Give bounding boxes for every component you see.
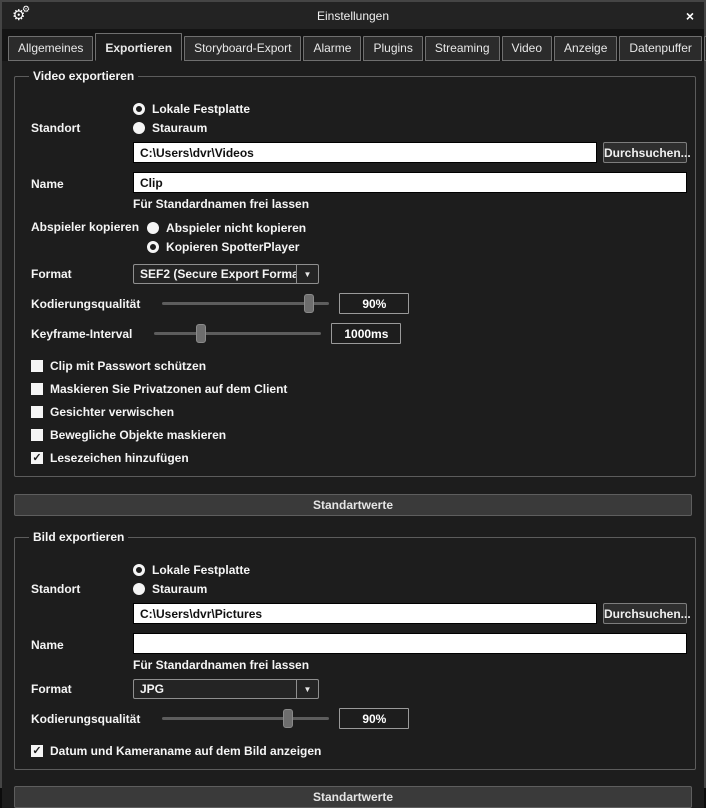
checkbox-icon[interactable]: ✓ — [31, 429, 43, 441]
tab-storyboard-export[interactable]: Storyboard-Export — [184, 36, 301, 61]
image-quality-label: Kodierungsqualität — [31, 712, 148, 726]
image-format-label: Format — [31, 682, 133, 696]
player-copy-label: Abspieler kopieren — [31, 218, 147, 234]
tab-allgemeines[interactable]: Allgemeines — [8, 36, 93, 61]
checkbox-icon[interactable]: ✓ — [31, 360, 43, 372]
radio-abspieler-nicht-kopieren[interactable]: Abspieler nicht kopieren — [147, 218, 306, 237]
video-format-select[interactable]: SEF2 (Secure Export Format 2) ▼ — [133, 264, 319, 284]
radio-icon[interactable] — [133, 583, 145, 595]
video-standort-label: Standort — [31, 121, 133, 137]
image-quality-value: 90% — [339, 708, 409, 729]
radio-kopieren-spotterplayer[interactable]: Kopieren SpotterPlayer — [147, 237, 306, 256]
video-radio-lokale-festplatte[interactable]: Lokale Festplatte — [133, 99, 250, 118]
slider-handle[interactable] — [196, 324, 206, 343]
image-name-hint: Für Standardnamen frei lassen — [133, 654, 687, 671]
video-name-hint: Für Standardnamen frei lassen — [133, 193, 687, 210]
gear-small-icon: ⚙ — [22, 4, 30, 15]
image-defaults-button[interactable]: Standartwerte — [14, 786, 692, 808]
tab-anzeige[interactable]: Anzeige — [554, 36, 617, 61]
radio-icon[interactable] — [133, 103, 145, 115]
window-title: Einstellungen — [34, 9, 672, 23]
video-defaults-button[interactable]: Standartwerte — [14, 494, 692, 516]
settings-tab-strip: Allgemeines Exportieren Storyboard-Expor… — [2, 29, 704, 61]
image-browse-button[interactable]: Durchsuchen... — [603, 603, 687, 624]
video-quality-value: 90% — [339, 293, 409, 314]
radio-icon[interactable] — [133, 564, 145, 576]
tab-video[interactable]: Video — [502, 36, 552, 61]
video-radio-stauraum[interactable]: Stauraum — [133, 118, 250, 137]
checkbox-privatzonen-maskieren[interactable]: ✓ Maskieren Sie Privatzonen auf dem Clie… — [31, 381, 687, 397]
checkbox-icon[interactable]: ✓ — [31, 745, 43, 757]
window-titlebar: ⚙ ⚙ Einstellungen × — [2, 2, 704, 29]
keyframe-interval-slider[interactable] — [154, 323, 321, 344]
checkbox-bewegliche-objekte[interactable]: ✓ Bewegliche Objekte maskieren — [31, 427, 687, 443]
video-name-label: Name — [31, 177, 133, 193]
image-format-select[interactable]: JPG ▼ — [133, 679, 319, 699]
slider-handle[interactable] — [304, 294, 314, 313]
image-name-label: Name — [31, 638, 133, 654]
checkbox-datum-kameraname[interactable]: ✓ Datum und Kameraname auf dem Bild anze… — [31, 743, 687, 759]
image-export-group: Bild exportieren Standort Lokale Festpla… — [14, 530, 696, 770]
slider-track[interactable] — [154, 332, 321, 335]
image-quality-slider[interactable] — [162, 708, 329, 729]
tab-exportieren[interactable]: Exportieren — [95, 33, 182, 61]
chevron-down-icon[interactable]: ▼ — [296, 265, 318, 283]
tab-streaming[interactable]: Streaming — [425, 36, 500, 61]
video-export-group: Video exportieren Standort Lokale Festpl… — [14, 69, 696, 477]
radio-icon[interactable] — [133, 122, 145, 134]
checkbox-icon[interactable]: ✓ — [31, 383, 43, 395]
video-name-input[interactable] — [133, 172, 687, 193]
tab-datenpuffer[interactable]: Datenpuffer — [619, 36, 702, 61]
video-quality-slider[interactable] — [162, 293, 329, 314]
image-radio-lokale-festplatte[interactable]: Lokale Festplatte — [133, 560, 250, 579]
settings-window: ⚙ ⚙ Einstellungen × Allgemeines Exportie… — [0, 0, 706, 788]
video-path-input[interactable] — [133, 142, 597, 163]
keyframe-interval-label: Keyframe-Interval — [31, 327, 140, 341]
video-format-label: Format — [31, 267, 133, 281]
image-standort-label: Standort — [31, 582, 133, 598]
radio-icon[interactable] — [147, 222, 159, 234]
image-path-input[interactable] — [133, 603, 597, 624]
settings-gears-icon: ⚙ ⚙ — [12, 8, 34, 23]
keyframe-interval-value: 1000ms — [331, 323, 401, 344]
exportieren-tab-panel: Video exportieren Standort Lokale Festpl… — [2, 61, 704, 808]
checkbox-icon[interactable]: ✓ — [31, 406, 43, 418]
video-browse-button[interactable]: Durchsuchen... — [603, 142, 687, 163]
slider-handle[interactable] — [283, 709, 293, 728]
slider-track[interactable] — [162, 717, 329, 720]
image-export-legend: Bild exportieren — [29, 530, 128, 544]
radio-icon[interactable] — [147, 241, 159, 253]
chevron-down-icon[interactable]: ▼ — [296, 680, 318, 698]
video-quality-label: Kodierungsqualität — [31, 297, 148, 311]
image-radio-stauraum[interactable]: Stauraum — [133, 579, 250, 598]
close-icon[interactable]: × — [672, 8, 694, 24]
image-name-input[interactable] — [133, 633, 687, 654]
checkbox-gesichter-verwischen[interactable]: ✓ Gesichter verwischen — [31, 404, 687, 420]
video-export-legend: Video exportieren — [29, 69, 138, 83]
tab-plugins[interactable]: Plugins — [363, 36, 422, 61]
tab-alarme[interactable]: Alarme — [303, 36, 361, 61]
checkbox-clip-passwort[interactable]: ✓ Clip mit Passwort schützen — [31, 358, 687, 374]
checkbox-lesezeichen[interactable]: ✓ Lesezeichen hinzufügen — [31, 450, 687, 466]
checkbox-icon[interactable]: ✓ — [31, 452, 43, 464]
